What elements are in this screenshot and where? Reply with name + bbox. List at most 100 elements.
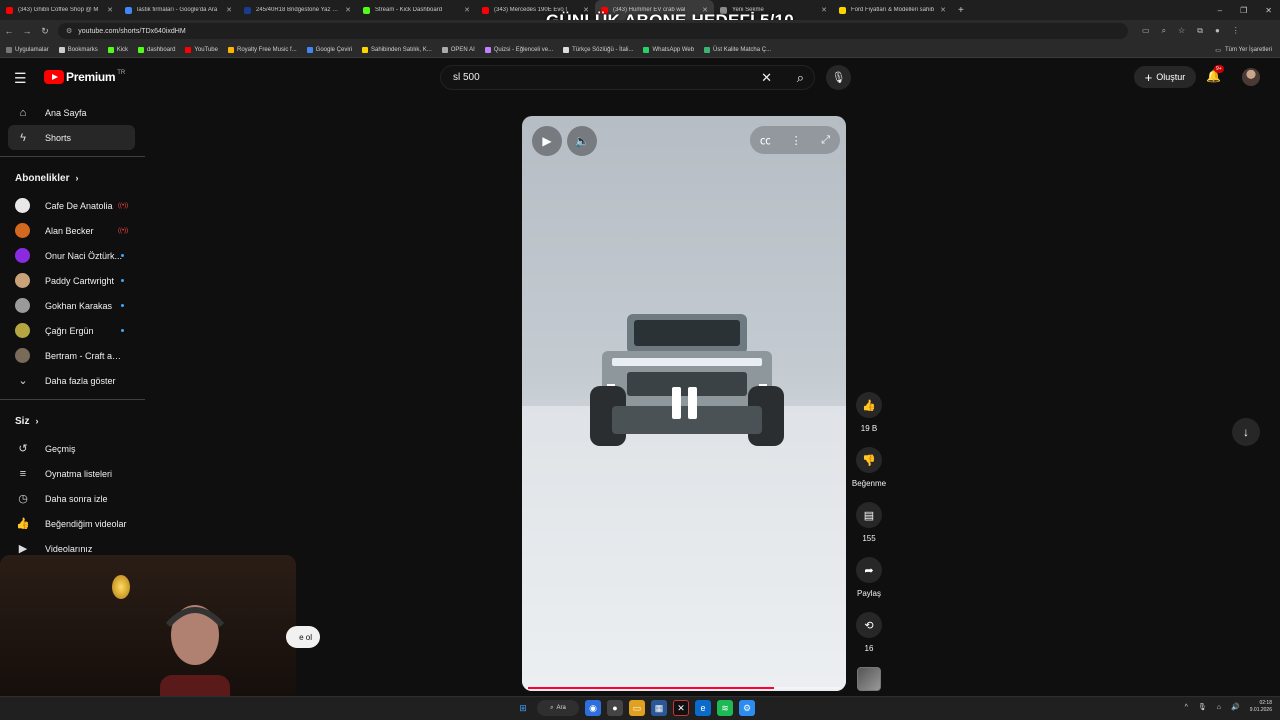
zoom-icon[interactable]: ⌕ (1162, 26, 1166, 36)
bookmarks-bar: Uygulamalar Bookmarks Kick dashboard YouTube… (0, 42, 1280, 58)
pause-icon[interactable] (662, 381, 706, 425)
close-tab-icon[interactable]: ✕ (345, 6, 351, 14)
edge-app-icon[interactable]: e (695, 700, 711, 716)
show-more-button[interactable]: ⌄ Daha fazla göster (0, 368, 145, 393)
bookmark-item[interactable]: OPEN AI (441, 46, 475, 53)
file-explorer-icon[interactable]: ▭ (629, 700, 645, 716)
voice-search-icon[interactable]: 🎙 (826, 65, 851, 90)
close-tab-icon[interactable]: ✕ (107, 6, 113, 14)
sidebar-item-history[interactable]: ↺ Geçmiş (0, 436, 145, 461)
subscribe-chip[interactable]: e ol (286, 626, 320, 648)
chrome-app-icon[interactable]: ◉ (585, 700, 601, 716)
share-button[interactable]: ➦ (856, 557, 882, 583)
windows-start-icon[interactable]: ⊞ (515, 700, 531, 716)
minimize-icon[interactable]: – (1218, 6, 1222, 15)
bookmark-item[interactable]: Quizsi - Eğlenceli ve... (484, 46, 553, 53)
bookmark-item[interactable]: Türkçe Sözlüğü - İtali... (563, 46, 633, 53)
search-icon[interactable]: ⌕ (797, 70, 804, 86)
sidebar-item-playlist[interactable]: ≡ Oynatma listeleri (0, 461, 145, 486)
bookmark-item[interactable]: WhatsApp Web (643, 46, 694, 53)
next-short-button[interactable]: ↓ (1232, 418, 1260, 446)
subscription-item[interactable]: Gokhan Karakas (0, 293, 145, 318)
subscriptions-heading[interactable]: Abonelikler › (0, 163, 145, 193)
network-icon[interactable]: ⌂ (1217, 704, 1221, 711)
menu-dots-icon[interactable]: ⋮ (1232, 26, 1240, 36)
sidebar-item-clock[interactable]: ◷ Daha sonra izle (0, 486, 145, 511)
progress-bar[interactable] (528, 687, 840, 689)
subscription-item[interactable]: Çağrı Ergün (0, 318, 145, 343)
shorts-player[interactable]: ▶ 🔈 ㏄ ⋮ ⤢ (522, 116, 846, 691)
forward-icon[interactable]: → (18, 26, 36, 36)
spotify-app-icon[interactable]: ≋ (717, 700, 733, 716)
close-tab-icon[interactable]: ✕ (464, 6, 470, 14)
url-field[interactable]: ⚙ youtube.com/shorts/TDx640ixdHM (58, 23, 1128, 39)
all-bookmarks[interactable]: ▭ Tüm Yer İşaretleri (1215, 42, 1272, 58)
sidebar-item-thumbs-up[interactable]: 👍 Beğendiğim videolar (0, 511, 145, 536)
sound-thumbnail[interactable] (857, 667, 881, 691)
you-heading[interactable]: Siz › (0, 406, 145, 436)
store-app-icon[interactable]: ▦ (651, 700, 667, 716)
bookmark-item[interactable]: Royalty Free Music f... (227, 46, 297, 53)
bookmark-item[interactable]: Sahibinden Satılık, K... (362, 46, 432, 53)
close-tab-icon[interactable]: ✕ (821, 6, 827, 14)
browser-tab[interactable]: 245/40R18 Bridgestone Yaz Las ✕ (238, 0, 357, 20)
subscription-item[interactable]: Onur Naci Öztürk... (0, 243, 145, 268)
browser-tab[interactable]: (343) Ghibli Coffee Shop @ M ✕ (0, 0, 119, 20)
browser-tab[interactable]: lastik firmaları - Google'da Ara ✕ (119, 0, 238, 20)
sidebar-item-shorts[interactable]: ϟ Shorts (8, 125, 135, 150)
close-window-icon[interactable]: ✕ (1265, 6, 1272, 15)
show-more-label: Daha fazla göster (45, 375, 116, 386)
terminal-app-icon[interactable]: ✕ (673, 700, 689, 716)
create-button[interactable]: + Oluştur (1134, 66, 1196, 88)
back-icon[interactable]: ← (0, 26, 18, 36)
captions-icon[interactable]: ㏄ (760, 132, 771, 148)
obs-app-icon[interactable]: ● (607, 700, 623, 716)
settings-app-icon[interactable]: ⚙ (739, 700, 755, 716)
browser-tab[interactable]: Stream - Kick Dashboard ✕ (357, 0, 476, 20)
profile-icon[interactable]: ● (1215, 26, 1220, 36)
subscription-item[interactable]: Paddy Cartwright (0, 268, 145, 293)
subscription-item[interactable]: Bertram - Craft and ... (0, 343, 145, 368)
cast-icon[interactable]: ▭ (1142, 26, 1150, 36)
volume-icon[interactable]: 🔊 (1231, 703, 1240, 711)
account-avatar[interactable] (1242, 68, 1260, 86)
taskbar-search[interactable]: ⌕ Ara (537, 700, 579, 716)
close-tab-icon[interactable]: ✕ (940, 6, 946, 14)
volume-button[interactable]: 🔈 (567, 126, 597, 156)
like-button[interactable]: 👍 (856, 392, 882, 418)
subscription-item[interactable]: Cafe De Anatolia ((•)) (0, 193, 145, 218)
bookmark-item[interactable]: Uygulamalar (6, 46, 49, 53)
bookmark-item[interactable]: Üst Kalite Matcha Ç... (704, 46, 771, 53)
new-tab-button[interactable]: + (958, 5, 964, 16)
dislike-button[interactable]: 👎 (856, 447, 882, 473)
reload-icon[interactable]: ↻ (36, 26, 54, 37)
youtube-logo[interactable]: Premium TR (44, 70, 125, 84)
maximize-icon[interactable]: ❐ (1240, 6, 1247, 15)
bookmark-item[interactable]: Google Çeviri (306, 46, 352, 53)
extensions-icon[interactable]: ⧉ (1197, 26, 1203, 36)
clear-search-icon[interactable]: ✕ (761, 70, 772, 86)
mic-tray-icon[interactable]: 🎙 (1198, 703, 1207, 711)
notifications-bell-icon[interactable]: 🔔 9+ (1206, 65, 1224, 83)
bookmark-item[interactable]: Kick (107, 46, 128, 53)
search-input[interactable]: sl 500 ✕ ⌕ (440, 65, 815, 90)
tray-expand-icon[interactable]: ^ (1185, 704, 1188, 711)
site-info-icon[interactable]: ⚙ (66, 27, 72, 35)
more-options-icon[interactable]: ⋮ (791, 134, 802, 147)
close-tab-icon[interactable]: ✕ (226, 6, 232, 14)
hamburger-menu-icon[interactable]: ☰ (14, 70, 27, 87)
fullscreen-icon[interactable]: ⤢ (821, 134, 830, 147)
comments-button[interactable]: ▤ (856, 502, 882, 528)
bookmark-star-icon[interactable]: ☆ (1178, 26, 1185, 36)
remix-button[interactable]: ⟲ (856, 612, 882, 638)
channel-name: Alan Becker (45, 225, 94, 236)
subscription-item[interactable]: Alan Becker ((•)) (0, 218, 145, 243)
clock[interactable]: 02:18 9.01.2026 (1250, 700, 1272, 714)
bookmark-item[interactable]: YouTube (185, 46, 218, 53)
sidebar-item-ana-sayfa[interactable]: ⌂ Ana Sayfa (0, 100, 145, 125)
play-button[interactable]: ▶ (532, 126, 562, 156)
bookmark-item[interactable]: dashboard (138, 46, 175, 53)
bookmark-item[interactable]: Bookmarks (58, 46, 98, 53)
bookmark-favicon-icon (484, 46, 491, 53)
browser-tab[interactable]: Ford Fiyatları & Modelleri sahib ✕ (833, 0, 952, 20)
